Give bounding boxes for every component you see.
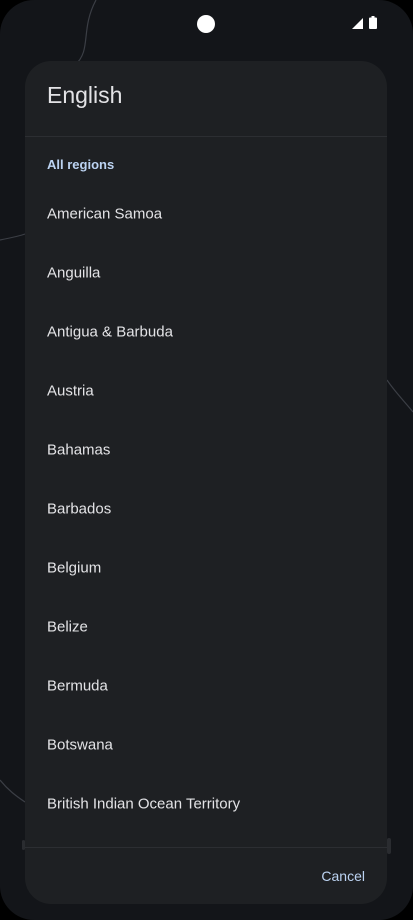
- cancel-button[interactable]: Cancel: [321, 864, 365, 888]
- region-label: Belize: [47, 618, 88, 635]
- region-picker-dialog: English All regions American Samoa Angui…: [25, 61, 387, 904]
- battery-icon: [369, 16, 377, 29]
- status-bar: [0, 0, 413, 48]
- region-item-austria[interactable]: Austria: [25, 361, 387, 420]
- signal-icon: [352, 18, 363, 29]
- region-label: Bermuda: [47, 677, 108, 694]
- camera-cutout: [197, 15, 215, 33]
- edge-handle-left: [22, 840, 25, 850]
- footer-divider: [25, 847, 387, 848]
- region-item-barbados[interactable]: Barbados: [25, 479, 387, 538]
- region-label: Belgium: [47, 559, 102, 576]
- region-label: Anguilla: [47, 264, 101, 281]
- region-label: Antigua & Barbuda: [47, 323, 173, 340]
- region-item-anguilla[interactable]: Anguilla: [25, 243, 387, 302]
- region-item-belgium[interactable]: Belgium: [25, 538, 387, 597]
- region-item-bermuda[interactable]: Bermuda: [25, 656, 387, 715]
- region-label: British Indian Ocean Territory: [47, 795, 241, 812]
- region-label: Botswana: [47, 736, 113, 753]
- region-item-botswana[interactable]: Botswana: [25, 715, 387, 774]
- region-list[interactable]: All regions American Samoa Anguilla Anti…: [25, 137, 387, 847]
- region-label: Austria: [47, 382, 94, 399]
- dialog-title: English: [47, 82, 123, 108]
- edge-handle-right: [387, 838, 391, 854]
- region-label: Barbados: [47, 500, 112, 517]
- region-item-antigua-barbuda[interactable]: Antigua & Barbuda: [25, 302, 387, 361]
- region-item-bahamas[interactable]: Bahamas: [25, 420, 387, 479]
- section-header-all-regions: All regions: [47, 157, 115, 172]
- region-item-belize[interactable]: Belize: [25, 597, 387, 656]
- region-item-american-samoa[interactable]: American Samoa: [25, 184, 387, 243]
- region-item-british-indian-ocean-territory[interactable]: British Indian Ocean Territory: [25, 774, 387, 833]
- region-label: Bahamas: [47, 441, 111, 458]
- region-label: American Samoa: [47, 205, 163, 222]
- phone-screen: English All regions American Samoa Angui…: [0, 0, 413, 920]
